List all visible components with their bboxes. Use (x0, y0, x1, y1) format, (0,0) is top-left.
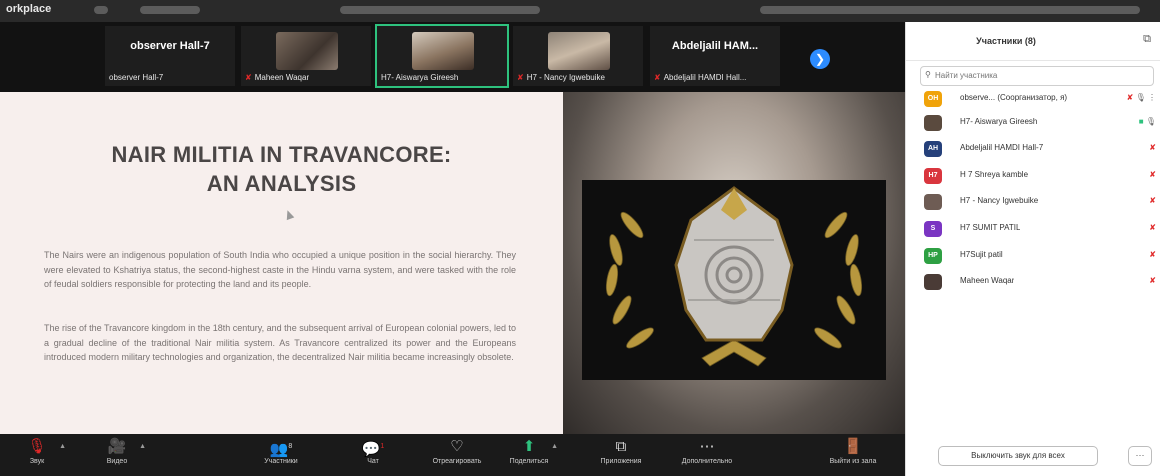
more-options-button[interactable]: ··· (1128, 446, 1152, 466)
participant-row[interactable]: S H7 SUMIT PATIL ✘ (920, 218, 1156, 240)
participants-title: Участники (8) (976, 36, 1036, 46)
participant-row[interactable]: OH observe... (Соорганизатор, я) ✘ 🎙 ⋮ (920, 88, 1156, 110)
muted-mic-icon: ✘ (1149, 250, 1156, 259)
participants-header: Участники (8) ⧉ (906, 22, 1160, 61)
mouse-cursor-icon (283, 208, 295, 221)
avatar: S (924, 221, 942, 237)
video-tile[interactable]: observer Hall-7 observer Hall-7 (105, 26, 235, 86)
blurred-status-item (94, 6, 108, 14)
reactions-button[interactable]: ♡ Отреагировать (422, 437, 492, 467)
participants-panel: Участники (8) ⧉ ⚲ OH observe... (Соорган… (905, 22, 1160, 476)
participant-row[interactable]: H7- Aiswarya Gireesh ■ 🎙 (920, 112, 1156, 134)
window-titlebar: orkplace (0, 0, 1160, 22)
video-tile[interactable]: ✘ H7 - Nancy Igwebuike (513, 26, 643, 86)
chevron-up-icon[interactable]: ▲ (59, 443, 66, 450)
microphone-icon: 🎙 (1145, 117, 1156, 126)
leave-room-button[interactable]: 🚪 Выйти из зала (818, 437, 888, 467)
muted-mic-icon: ✘ (517, 73, 524, 82)
participant-row[interactable]: Maheen Waqar ✘ (920, 271, 1156, 293)
tile-caption: ✘ Maheen Waqar (245, 73, 310, 82)
muted-mic-icon: ✘ (245, 73, 252, 82)
video-on-icon: ■ (1138, 117, 1144, 126)
muted-mic-icon: ✘ (654, 73, 661, 82)
audio-button[interactable]: 🎙 Звук ▲ (2, 437, 72, 467)
avatar: AH (924, 141, 942, 157)
video-tile-active-speaker[interactable]: H7- Aiswarya Gireesh (375, 24, 509, 88)
muted-video-icon: ✘ (1126, 93, 1134, 102)
participant-name: observe... (Соорганизатор, я) (960, 93, 1068, 102)
app-name: orkplace (6, 3, 52, 15)
chevron-up-icon[interactable]: ▲ (551, 443, 558, 450)
participant-video (548, 32, 610, 70)
slide-paragraph: The Nairs were an indigenous population … (44, 250, 516, 289)
muted-mic-icon: ✘ (1149, 143, 1156, 152)
avatar: H7 (924, 168, 942, 184)
muted-mic-icon: ✘ (1149, 223, 1156, 232)
video-tile[interactable]: ✘ Maheen Waqar (241, 26, 371, 86)
unread-badge: 1 (380, 443, 385, 450)
blurred-status-item (760, 6, 1140, 14)
chevron-up-icon[interactable]: ▲ (139, 443, 146, 450)
search-input[interactable] (935, 69, 1145, 81)
heart-icon: ♡ (450, 438, 464, 455)
participant-row[interactable]: H7 H 7 Shreya kamble ✘ (920, 165, 1156, 187)
participant-count-badge: 8 (288, 443, 293, 450)
participant-video (412, 32, 474, 70)
more-icon: ⋯ (699, 438, 715, 455)
slide-title: NAIR MILITIA IN TRAVANCORE: AN ANALYSIS (111, 142, 452, 196)
leave-door-icon: 🚪 (843, 438, 863, 455)
participants-button[interactable]: 👥8 Участники (246, 437, 316, 467)
tile-caption: ✘ Abdeljalil HAMDI Hall... (654, 73, 747, 82)
avatar: OH (924, 91, 942, 107)
muted-mic-icon: ✘ (1149, 276, 1156, 285)
search-icon: ⚲ (925, 70, 931, 79)
next-page-button[interactable]: ❯ (810, 49, 830, 69)
tile-caption: observer Hall-7 (109, 73, 164, 82)
avatar (924, 194, 942, 210)
meeting-toolbar: 🎙 Звук ▲ 🎥 Видео ▲ 👥8 Участники 💬1 Чат ♡… (0, 434, 905, 476)
chat-icon: 💬1 (361, 441, 385, 458)
tile-name-title: observer Hall-7 (130, 40, 210, 52)
chevron-right-icon: ❯ (814, 52, 826, 66)
muted-mic-icon: ✘ (1149, 170, 1156, 179)
blurred-status-item (140, 6, 200, 14)
participant-search: ⚲ (920, 66, 1154, 86)
video-tile[interactable]: Abdeljalil HAM... ✘ Abdeljalil HAMDI Hall… (650, 26, 780, 86)
conch-emblem-image (582, 180, 886, 380)
tile-caption: ✘ H7 - Nancy Igwebuike (517, 73, 605, 82)
participant-row[interactable]: H7 - Nancy Igwebuike ✘ (920, 191, 1156, 213)
video-strip: observer Hall-7 observer Hall-7 ✘ Maheen … (0, 22, 905, 92)
avatar (924, 274, 942, 290)
slide-paragraph: The rise of the Travancore kingdom in th… (44, 323, 516, 362)
popout-icon[interactable]: ⧉ (1143, 33, 1151, 46)
tile-caption: H7- Aiswarya Gireesh (381, 73, 459, 82)
participant-name: H7 SUMIT PATIL (960, 223, 1021, 232)
mute-all-button[interactable]: Выключить звук для всех (938, 446, 1098, 466)
participant-name: Abdeljalil HAMDI Hall-7 (960, 143, 1044, 152)
shared-screen-slide: NAIR MILITIA IN TRAVANCORE: AN ANALYSIS T… (0, 92, 563, 434)
video-button[interactable]: 🎥 Видео ▲ (82, 437, 152, 467)
participant-name: H7- Aiswarya Gireesh (960, 117, 1038, 126)
participant-row[interactable]: HP H7Sujit patil ✘ (920, 245, 1156, 267)
more-button[interactable]: ⋯ Дополнительно (672, 437, 742, 467)
avatar: HP (924, 248, 942, 264)
more-options-icon: ⋮ (1148, 93, 1156, 102)
blurred-status-item (340, 6, 540, 14)
participant-row[interactable]: AH Abdeljalil HAMDI Hall-7 ✘ (920, 138, 1156, 160)
participants-icon: 👥8 (269, 441, 293, 458)
avatar (924, 115, 942, 131)
participant-name: H7 - Nancy Igwebuike (960, 196, 1039, 205)
participant-name: H7Sujit patil (960, 250, 1003, 259)
participant-video (276, 32, 338, 70)
apps-icon: ⧉ (615, 438, 627, 455)
muted-mic-icon: ✘ (1149, 196, 1156, 205)
participant-name: Maheen Waqar (960, 276, 1015, 285)
tile-name-title: Abdeljalil HAM... (671, 40, 759, 52)
share-screen-button[interactable]: ⬆ Поделиться ▲ (494, 437, 564, 467)
chat-button[interactable]: 💬1 Чат (338, 437, 408, 467)
microphone-icon: 🎙 (1135, 93, 1146, 102)
participant-name: H 7 Shreya kamble (960, 170, 1029, 179)
apps-button[interactable]: ⧉ Приложения (586, 437, 656, 467)
slide-image-panel (563, 92, 905, 434)
